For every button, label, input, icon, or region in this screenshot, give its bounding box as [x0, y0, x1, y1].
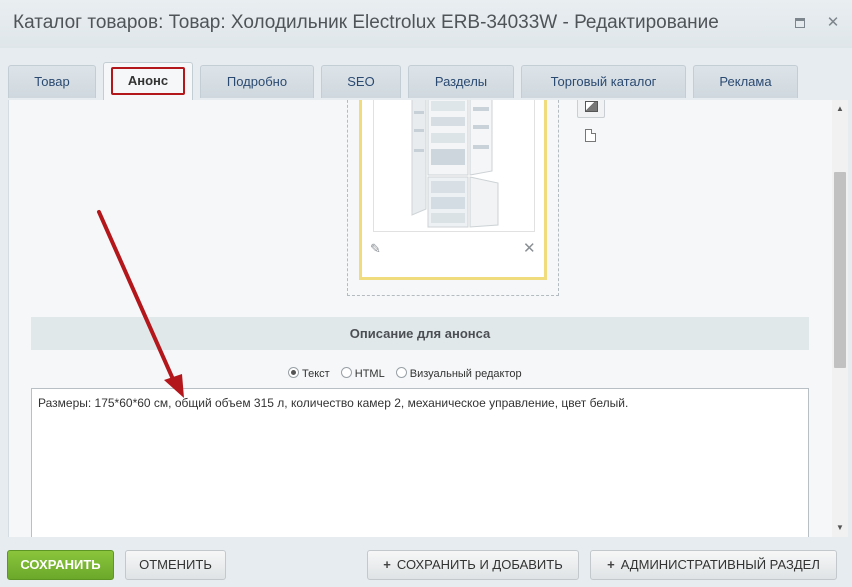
admin-section-button[interactable]: + АДМИНИСТРАТИВНЫЙ РАЗДЕЛ: [590, 550, 837, 580]
radio-visual-editor[interactable]: Визуальный редактор: [395, 367, 522, 380]
tab-content-panel: ✎ ✕ Описание для анонса Текст HTML Визуа…: [8, 100, 848, 537]
preview-text-textarea[interactable]: Размеры: 175*60*60 см, общий объем 315 л…: [31, 388, 809, 537]
close-icon[interactable]: ✕: [824, 14, 842, 32]
scrollbar[interactable]: ▲ ▼: [832, 100, 848, 537]
image-type-switcher: [577, 100, 605, 142]
format-radio-group: Текст HTML Визуальный редактор: [288, 367, 530, 380]
plus-icon: +: [383, 557, 391, 572]
radio-html[interactable]: HTML: [340, 367, 385, 380]
tab-label: Подробно: [226, 74, 288, 89]
cancel-button[interactable]: ОТМЕНИТЬ: [125, 550, 226, 580]
tab-label: Товар: [34, 74, 70, 89]
radio-label: Текст: [302, 368, 330, 380]
file-type-icon[interactable]: [585, 129, 596, 142]
tab-announce[interactable]: Анонс: [103, 62, 193, 100]
scroll-up-arrow-icon[interactable]: ▲: [832, 102, 848, 116]
radio-button[interactable]: [340, 367, 352, 378]
tab-seo[interactable]: SEO: [321, 65, 401, 98]
button-label: СОХРАНИТЬ И ДОБАВИТЬ: [396, 557, 563, 572]
radio-label: HTML: [354, 368, 385, 380]
fridge-image: [411, 100, 499, 228]
window-title: Каталог товаров: Товар: Холодильник Elec…: [13, 12, 719, 33]
remove-icon[interactable]: ✕: [523, 239, 536, 257]
tab-label: SEO: [347, 74, 375, 89]
tab-label: Разделы: [434, 74, 488, 89]
scroll-thumb[interactable]: [834, 172, 846, 368]
tab-sections[interactable]: Разделы: [408, 65, 514, 98]
tab-advertising[interactable]: Реклама: [693, 65, 798, 98]
window-titlebar: Каталог товаров: Товар: Холодильник Elec…: [0, 0, 852, 48]
save-button[interactable]: СОХРАНИТЬ: [7, 550, 114, 580]
footer-toolbar: СОХРАНИТЬ ОТМЕНИТЬ + СОХРАНИТЬ И ДОБАВИТЬ…: [0, 537, 852, 587]
scroll-down-arrow-icon[interactable]: ▼: [832, 521, 848, 535]
section-header: Описание для анонса: [31, 317, 809, 350]
radio-text[interactable]: Текст: [288, 367, 330, 380]
image-type-icon[interactable]: [577, 100, 605, 118]
tab-label: Торговый каталог: [550, 74, 657, 89]
button-label: АДМИНИСТРАТИВНЫЙ РАЗДЕЛ: [620, 557, 820, 572]
image-frame: ✎ ✕: [359, 100, 547, 280]
radio-label: Визуальный редактор: [409, 368, 522, 380]
tab-label: Анонс: [110, 67, 186, 95]
radio-button[interactable]: [395, 367, 407, 378]
tab-label: Реклама: [719, 74, 772, 89]
tab-bar: Товар Анонс Подробно SEO Разделы Торговы…: [0, 48, 852, 100]
radio-button[interactable]: [288, 367, 299, 378]
plus-icon: +: [607, 557, 615, 572]
tab-details[interactable]: Подробно: [200, 65, 314, 98]
tab-product[interactable]: Товар: [8, 65, 96, 98]
restore-icon[interactable]: [791, 14, 809, 32]
pencil-icon[interactable]: ✎: [370, 241, 381, 257]
save-and-add-button[interactable]: + СОХРАНИТЬ И ДОБАВИТЬ: [367, 550, 579, 580]
product-image: [373, 100, 535, 232]
tab-trade-catalog[interactable]: Торговый каталог: [521, 65, 686, 98]
